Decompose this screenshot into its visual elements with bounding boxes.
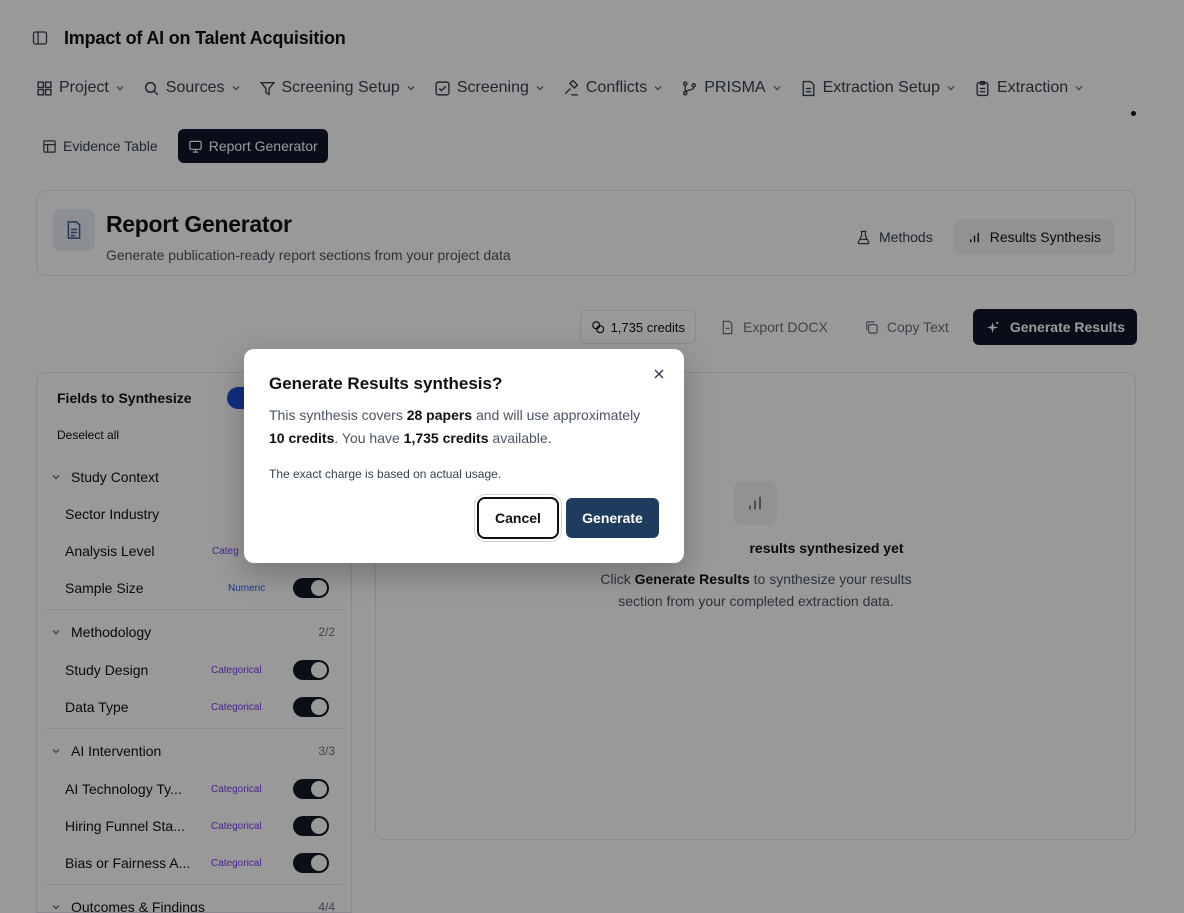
generate-button[interactable]: Generate xyxy=(566,498,659,538)
dialog-text: available. xyxy=(488,430,552,446)
dialog-text: and will use approximately xyxy=(472,407,641,423)
confirm-dialog: Generate Results synthesis? This synthes… xyxy=(244,349,684,563)
estimated-credits: 10 credits xyxy=(269,430,335,446)
dialog-text: This synthesis covers xyxy=(269,407,407,423)
close-icon[interactable] xyxy=(652,367,666,381)
paper-count: 28 papers xyxy=(406,407,473,423)
dialog-body: This synthesis covers 28 papers and will… xyxy=(269,404,669,450)
app-window: Impact of AI on Talent Acquisition Proje… xyxy=(0,0,1184,913)
cancel-button[interactable]: Cancel xyxy=(477,497,559,539)
dialog-title: Generate Results synthesis? xyxy=(269,374,503,393)
dialog-text: . You have xyxy=(334,430,404,446)
dialog-note: The exact charge is based on actual usag… xyxy=(269,467,502,481)
available-credits: 1,735 credits xyxy=(403,430,489,446)
